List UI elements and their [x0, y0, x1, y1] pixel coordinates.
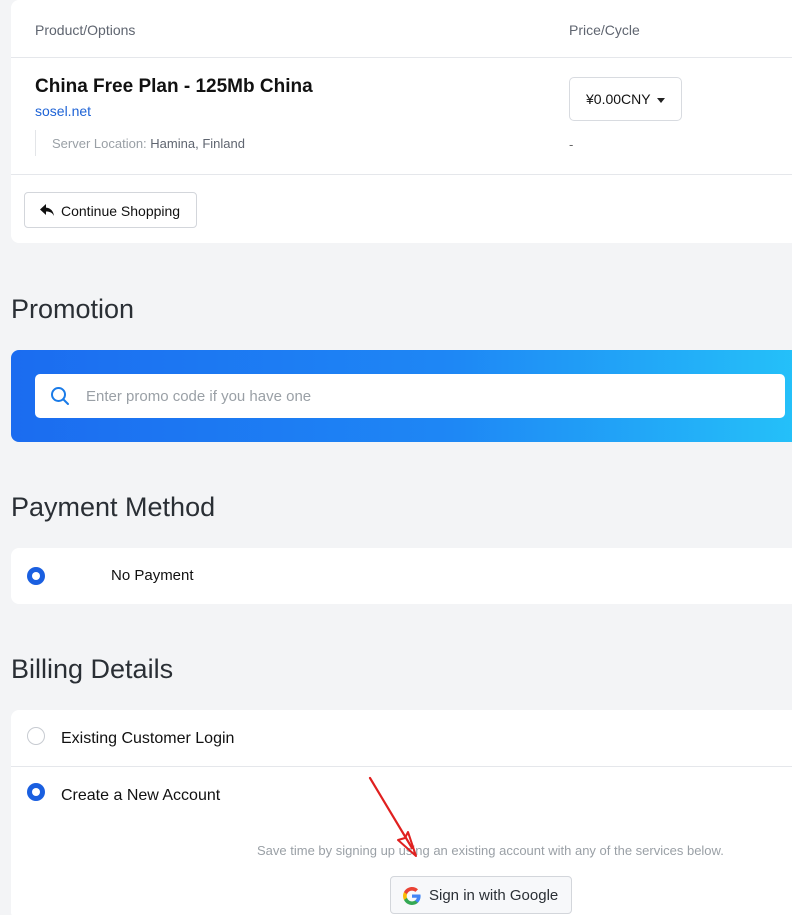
billing-cycle-value: ¥0.00CNY: [586, 91, 651, 107]
new-account-label: Create a New Account: [61, 787, 221, 804]
payment-method-heading: Payment Method: [11, 492, 216, 522]
no-payment-label: No Payment: [111, 567, 194, 584]
existing-customer-option[interactable]: Existing Customer Login: [11, 710, 792, 767]
continue-shopping-button[interactable]: Continue Shopping: [24, 192, 197, 228]
sign-in-with-google-button[interactable]: Sign in with Google: [390, 876, 572, 914]
reply-icon: [40, 204, 54, 216]
payment-method-card: No Payment: [11, 548, 792, 604]
promo-placeholder: Enter promo code if you have one: [86, 388, 312, 405]
server-location: Server Location: Hamina, Finland: [35, 130, 245, 156]
search-icon: [51, 387, 69, 405]
billing-details-heading: Billing Details: [11, 654, 174, 684]
promo-banner: Enter promo code if you have one: [11, 350, 792, 442]
new-account-radio[interactable]: [27, 783, 45, 801]
promotion-heading: Promotion: [11, 294, 135, 324]
existing-customer-radio[interactable]: [27, 727, 45, 745]
billing-cycle-select[interactable]: ¥0.00CNY: [569, 77, 682, 121]
continue-shopping-label: Continue Shopping: [61, 203, 181, 219]
product-options-header: Product/Options: [35, 22, 136, 38]
annotation-arrow-icon: [368, 776, 417, 857]
google-icon: [403, 887, 421, 905]
product-domain-link[interactable]: sosel.net: [35, 103, 91, 119]
product-name: China Free Plan - 125Mb China: [35, 76, 313, 97]
cart-table-header: Product/Options Price/Cycle: [11, 0, 792, 58]
cart-product-row: China Free Plan - 125Mb China sosel.net …: [11, 58, 792, 175]
chevron-down-icon: [657, 98, 665, 103]
sign-in-with-google-label: Sign in with Google: [429, 887, 559, 904]
server-location-label: Server Location:: [52, 136, 147, 151]
price-subtext: -: [569, 137, 574, 152]
no-payment-radio[interactable]: [27, 567, 45, 585]
social-signup-hint: Save time by signing up using an existin…: [257, 843, 724, 858]
price-cycle-header: Price/Cycle: [569, 22, 640, 38]
server-location-value: Hamina, Finland: [150, 136, 245, 151]
existing-customer-label: Existing Customer Login: [61, 730, 235, 747]
promo-code-input[interactable]: Enter promo code if you have one: [35, 374, 785, 418]
